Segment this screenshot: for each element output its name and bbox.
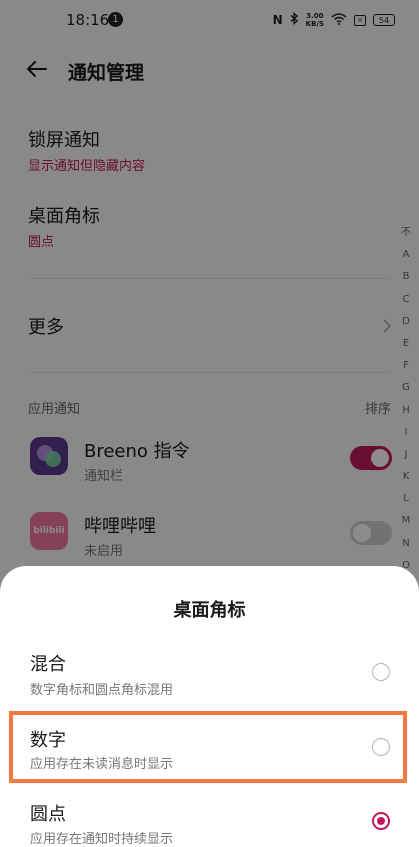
option-title: 圆点 — [30, 804, 66, 825]
option-desc: 应用存在通知时持续显示 — [30, 832, 174, 847]
option-desc: 数字角标和圆点角标混用 — [30, 683, 174, 698]
sheet-title: 桌面角标 — [173, 600, 246, 621]
option-title: 混合 — [30, 654, 66, 675]
badge-style-bottom-sheet: 桌面角标 混合 数字角标和圆点角标混用 数字 应用存在未读消息时显示 圆点 应用… — [0, 566, 419, 847]
radio-unchecked-icon[interactable] — [372, 663, 390, 681]
highlight-box — [9, 711, 407, 783]
radio-checked-icon[interactable] — [372, 812, 390, 830]
